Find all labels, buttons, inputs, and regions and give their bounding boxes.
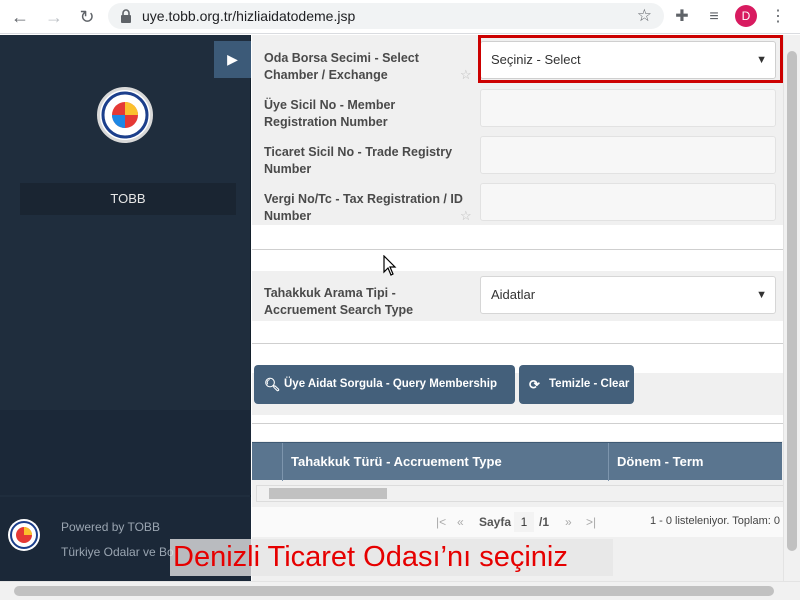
menu-kebab-icon[interactable]: ⋮ [766,5,790,29]
favorite-star-icon[interactable]: ☆ [460,67,472,83]
tobb-logo [97,87,153,143]
address-bar[interactable]: uye.tobb.org.tr/hizliaidatodeme.jsp ☆ [108,3,664,29]
page-label: Sayfa [479,515,512,529]
page-number-input[interactable]: 1 [514,512,534,532]
refresh-icon: ⟳ [529,377,540,392]
main-content: Oda Borsa Secimi - Select Chamber / Exch… [252,35,800,581]
divider [252,343,800,344]
spacer-band [252,415,800,441]
reload-icon[interactable]: ↻ [75,5,99,29]
chamber-select-highlight [478,35,783,83]
bookmark-star-icon[interactable]: ☆ [637,6,652,26]
tobb-emblem-icon [101,91,149,139]
scrollbar-thumb[interactable] [787,51,797,551]
column-header-term[interactable]: Dönem - Term [608,443,782,481]
sidebar-toggle-button[interactable]: ▶ [214,41,251,78]
first-page-icon[interactable]: |< [436,515,446,529]
prev-page-icon[interactable]: « [457,515,464,529]
organization-name: TOBB [20,183,236,215]
query-dues-button[interactable]: 🔍︎ Üye Aidat Sorgula - Query Membership … [254,365,515,429]
search-type-select[interactable]: Aidatlar ▼ [480,276,776,314]
extensions-icon[interactable]: ✚ [670,5,694,29]
search-type-value: Aidatlar [491,287,536,302]
grid-pager: |< « Sayfa 1 /1 » >| 1 - 0 listeleniyor.… [252,507,800,537]
page-horizontal-scrollbar[interactable] [0,581,800,600]
tax-reg-label: Vergi No/Tc - Tax Registration / ID Numb… [264,192,463,223]
sidebar-panel [0,410,251,495]
search-icon: 🔍︎ [264,377,281,392]
union-name-text: Türkiye Odalar ve Bo [61,545,174,559]
column-header-accruement-type[interactable]: Tahakkuk Türü - Accruement Type [282,443,608,481]
profile-avatar[interactable]: D [735,5,757,27]
lock-icon [121,9,131,23]
grid-horizontal-scrollbar[interactable] [256,485,784,502]
scrollbar-thumb[interactable] [14,586,774,596]
footer-logo [8,519,40,551]
results-grid-header: Tahakkuk Türü - Accruement Type Dönem - … [252,442,782,481]
tobb-small-emblem-icon [10,521,38,549]
member-reg-input[interactable] [480,89,776,127]
clear-button[interactable]: ⟳ Temizle - Clear [519,365,634,404]
trade-reg-input[interactable] [480,136,776,174]
url-text: uye.tobb.org.tr/hizliaidatodeme.jsp [142,8,356,24]
next-page-icon[interactable]: » [565,515,572,529]
mouse-cursor-icon [383,254,397,283]
member-reg-label: Üye Sicil No - Member Registration Numbe… [264,98,396,129]
page-total: /1 [539,515,550,529]
search-type-label: Tahakkuk Arama Tipi - Accruement Search … [264,286,414,317]
clear-label: Temizle - Clear [549,378,630,390]
last-page-icon[interactable]: >| [586,515,596,529]
divider [252,249,800,250]
record-summary: 1 - 0 listeleniyor. Toplam: 0 [649,515,780,527]
spacer-band [252,225,800,271]
sidebar: ▶ TOBB Powered by TOBB Türkiye Odalar ve… [0,35,251,581]
chamber-label: Oda Borsa Secimi - Select Chamber / Exch… [264,51,419,82]
media-queue-icon[interactable]: ≡ [702,5,726,29]
browser-toolbar: ← → ↻ uye.tobb.org.tr/hizliaidatodeme.js… [0,0,800,34]
trade-reg-label: Ticaret Sicil No - Trade Registry Number [264,145,453,176]
divider [252,423,800,424]
chevron-down-icon: ▼ [756,289,767,301]
forward-icon[interactable]: → [42,5,66,29]
page-vertical-scrollbar[interactable] [783,35,800,581]
powered-by-text: Powered by TOBB [61,520,160,534]
tutorial-caption: Denizli Ticaret Odası’nı seçiniz [170,539,613,576]
favorite-star-icon[interactable]: ☆ [460,208,472,224]
scrollbar-thumb[interactable] [269,488,387,499]
back-icon[interactable]: ← [8,5,32,29]
tax-reg-input[interactable] [480,183,776,221]
